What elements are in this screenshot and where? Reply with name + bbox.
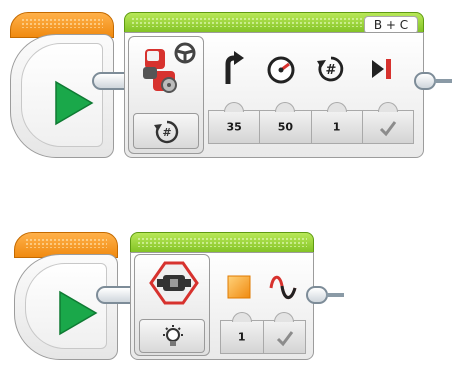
power-icon bbox=[267, 56, 295, 84]
rotations-input[interactable]: 1 bbox=[311, 102, 363, 143]
power-input[interactable]: 50 bbox=[260, 102, 312, 143]
rotations-value: 1 bbox=[332, 120, 341, 134]
block-icon-area bbox=[134, 254, 210, 356]
rotations-icon: # bbox=[154, 120, 179, 144]
play-icon bbox=[55, 80, 94, 126]
light-bulb-icon bbox=[163, 325, 183, 346]
output-wire bbox=[434, 79, 452, 83]
checkmark-icon bbox=[379, 121, 396, 137]
move-steering-parameters: 35 50 1 bbox=[208, 102, 414, 144]
start-block-body bbox=[14, 254, 118, 360]
brake-at-end-input[interactable] bbox=[362, 102, 413, 143]
output-wire bbox=[326, 293, 344, 297]
block-icon-area: # bbox=[128, 36, 204, 154]
brick-status-light-block[interactable]: 1 bbox=[130, 232, 314, 360]
mode-selector-button[interactable] bbox=[139, 319, 205, 353]
checkmark-icon bbox=[276, 331, 293, 347]
start-block-body bbox=[10, 34, 114, 158]
start-block-inner-panel bbox=[21, 43, 103, 147]
color-value: 1 bbox=[237, 330, 246, 344]
light-color-icon bbox=[227, 275, 251, 299]
rotations-count-icon: # bbox=[317, 56, 344, 82]
steering-input[interactable]: 35 bbox=[209, 102, 261, 143]
color-input[interactable]: 1 bbox=[221, 312, 264, 353]
output-connector[interactable] bbox=[414, 72, 436, 90]
brake-at-end-icon bbox=[372, 59, 391, 79]
brick-status-light-parameters: 1 bbox=[220, 312, 306, 354]
steering-value: 35 bbox=[226, 120, 242, 134]
mode-selector-button[interactable]: # bbox=[133, 113, 199, 149]
output-connector[interactable] bbox=[306, 286, 328, 304]
move-steering-block[interactable]: B + C # # 35 50 1 bbox=[124, 12, 424, 158]
move-steering-icon bbox=[143, 42, 196, 93]
svg-text:#: # bbox=[162, 126, 171, 139]
pulse-icon bbox=[269, 275, 297, 299]
power-value: 50 bbox=[277, 120, 294, 134]
svg-text:#: # bbox=[326, 63, 337, 78]
play-icon bbox=[59, 290, 98, 336]
steering-icon bbox=[225, 51, 244, 84]
brick-status-light-icon bbox=[149, 261, 199, 305]
pulse-input[interactable] bbox=[263, 312, 305, 353]
start-block-inner-panel bbox=[25, 263, 107, 349]
